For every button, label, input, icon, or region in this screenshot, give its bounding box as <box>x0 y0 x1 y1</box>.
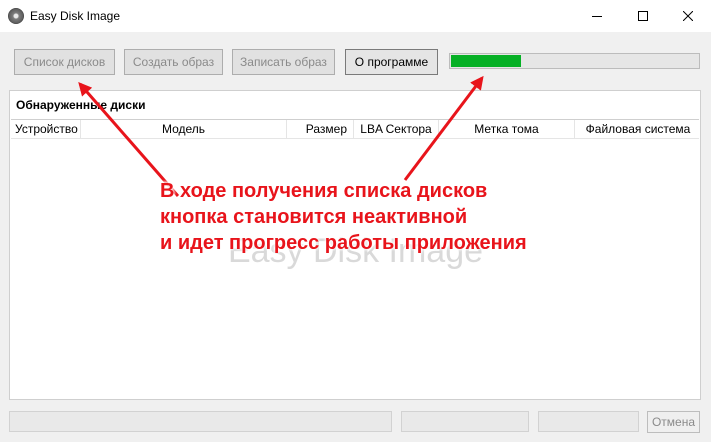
cancel-button[interactable]: Отмена <box>647 411 700 433</box>
minimize-icon <box>592 16 602 17</box>
minimize-button[interactable] <box>574 0 620 32</box>
annotation-callout: В ходе получения списка дисков кнопка ст… <box>160 178 527 256</box>
column-model[interactable]: Модель <box>81 120 287 138</box>
column-lba-sectors[interactable]: LBA Сектора <box>354 120 439 138</box>
about-button[interactable]: О программе <box>345 49 438 75</box>
progress-bar <box>449 53 700 69</box>
list-disks-button[interactable]: Список дисков <box>14 49 115 75</box>
annotation-line-1: В ходе получения списка дисков <box>160 180 488 202</box>
annotation-line-3: и идет прогресс работы приложения <box>160 232 527 254</box>
window-title: Easy Disk Image <box>30 9 121 23</box>
maximize-button[interactable] <box>620 0 666 32</box>
status-field-3 <box>538 411 639 432</box>
column-size[interactable]: Размер <box>287 120 354 138</box>
column-volume-label[interactable]: Метка тома <box>439 120 575 138</box>
group-title: Обнаруженные диски <box>16 98 146 112</box>
status-field-2 <box>401 411 529 432</box>
status-field <box>9 411 392 432</box>
close-button[interactable] <box>665 0 711 32</box>
title-bar[interactable]: Easy Disk Image <box>0 0 711 32</box>
write-image-button[interactable]: Записать образ <box>232 49 335 75</box>
close-icon <box>683 11 693 21</box>
column-device[interactable]: Устройство <box>11 120 81 138</box>
create-image-button[interactable]: Создать образ <box>124 49 223 75</box>
annotation-line-2: кнопка становится неактивной <box>160 206 468 228</box>
disk-app-icon <box>8 8 24 24</box>
list-header: Устройство Модель Размер LBA Сектора Мет… <box>11 120 699 139</box>
maximize-icon <box>638 11 648 21</box>
column-file-system[interactable]: Файловая система <box>575 120 701 138</box>
progress-fill <box>451 55 521 67</box>
